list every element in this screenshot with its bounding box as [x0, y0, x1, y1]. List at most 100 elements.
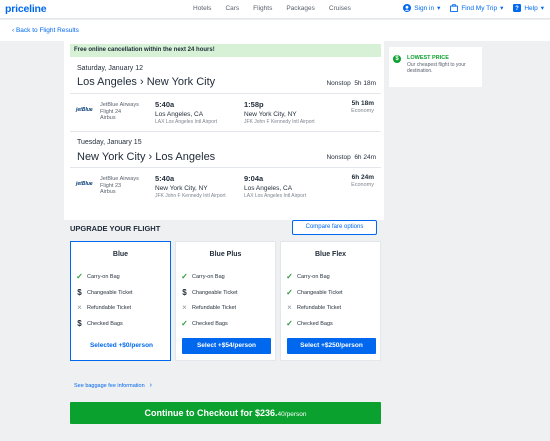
feature-label: Refundable Ticket — [297, 304, 342, 311]
back-to-results-link[interactable]: ‹ Back to Flight Results — [12, 27, 79, 34]
departure-city: New York City, NY — [155, 185, 208, 192]
lowest-price-desc: Our cheapest flight to your destination. — [407, 62, 466, 74]
feature-label: Checked Bags — [297, 320, 333, 327]
nav-cruises[interactable]: Cruises — [329, 5, 351, 12]
departure-time: 5:40a — [155, 100, 175, 109]
user-icon — [403, 4, 412, 12]
briefcase-icon — [450, 4, 459, 12]
segment-time: 5h 18m — [351, 100, 374, 107]
feature-label: Checked Bags — [87, 320, 123, 327]
top-nav: priceline Hotels Cars Flights Packages C… — [0, 0, 550, 19]
arrival-airport: JFK John F Kennedy Intl Airport — [244, 119, 315, 125]
dollar-icon: $ — [77, 288, 82, 297]
segment-duration: 6h 24m Economy — [351, 174, 374, 188]
feature-label: Changeable Ticket — [192, 289, 238, 296]
fare-card-blue-flex: Blue Flex ✓ Carry-on Bag ✓ Changeable Tick… — [280, 241, 381, 361]
aircraft: Airbus — [100, 115, 116, 121]
feature-label: Changeable Ticket — [87, 289, 133, 296]
baggage-link-label: See baggage fee information — [74, 382, 145, 389]
fare-card-blue[interactable]: Blue ✓ Carry-on Bag $ Changeable Ticket × R… — [70, 241, 171, 361]
slice-meta: Nonstop 6h 24m — [326, 154, 376, 161]
compare-fares-button[interactable]: Compare fare options — [292, 220, 377, 235]
flight-segment: jetBlue JetBlue Airways Flight 24 Airbus… — [70, 96, 381, 130]
arrival-time: 1:58p — [244, 100, 264, 109]
slice-duration: 5h 18m — [354, 80, 376, 87]
fare-feature: ✓ Carry-on Bag — [76, 273, 120, 281]
fare-selected-label: Selected +$0/person — [89, 342, 154, 349]
aircraft: Airbus — [100, 189, 116, 195]
cross-icon: × — [182, 303, 187, 312]
fare-name: Blue — [112, 251, 129, 258]
sign-in-label: Sign in — [414, 4, 435, 12]
fare-feature: ✓ Carry-on Bag — [286, 272, 330, 281]
find-my-trip-menu[interactable]: Find My Trip ▾ — [450, 4, 503, 12]
feature-label: Changeable Ticket — [297, 289, 343, 296]
chevron-down-icon: ▾ — [437, 5, 441, 12]
find-my-trip-label: Find My Trip — [461, 4, 498, 12]
feature-label: Carry-on Bag — [297, 273, 330, 280]
arrival-city: Los Angeles, CA — [244, 185, 293, 192]
fare-feature: × Refundable Ticket — [181, 303, 237, 312]
dollar-badge-icon: $ — [393, 55, 401, 63]
feature-label: Carry-on Bag — [87, 273, 120, 280]
account-nav: Sign in ▾ Find My Trip ▾ ? Help ▾ — [403, 4, 544, 12]
feature-label: Checked Bags — [192, 320, 228, 327]
fare-card-blue-plus: Blue Plus ✓ Carry-on Bag $ Changeable Tick… — [175, 241, 276, 361]
airline-info: JetBlue Airways Flight 23 Airbus — [100, 176, 139, 196]
cancellation-banner: Free online cancellation within the next… — [70, 44, 381, 57]
checkout-cents: 40 — [277, 411, 285, 418]
checkout-label: Continue to Checkout for $236. — [144, 408, 278, 418]
lowest-price-card: $ LOWEST PRICE Our cheapest flight to yo… — [389, 47, 482, 87]
sign-in-menu[interactable]: Sign in ▾ — [403, 4, 440, 12]
arrival: 9:04a Los Angeles, CA LAX Los Angeles In… — [244, 174, 306, 199]
slice-meta: Nonstop 5h 18m — [326, 80, 376, 87]
select-blue-flex-button[interactable]: Select +$250/person — [287, 338, 376, 354]
help-label: Help — [524, 4, 538, 12]
jetblue-logo: jetBlue — [76, 107, 93, 113]
select-blue-plus-button[interactable]: Select +$54/person — [182, 338, 271, 354]
priceline-logo[interactable]: priceline — [5, 3, 47, 15]
arrival-city: New York City, NY — [244, 111, 297, 118]
chevron-down-icon: ▾ — [540, 5, 544, 12]
svg-text:?: ? — [516, 6, 520, 12]
chevron-down-icon: ▾ — [500, 5, 504, 12]
slice-stops: Nonstop — [326, 154, 351, 161]
slice-date: Saturday, January 12 — [77, 65, 144, 72]
airline-info: JetBlue Airways Flight 24 Airbus — [100, 102, 139, 122]
fare-feature: ✓ Checked Bags — [286, 320, 333, 328]
help-menu[interactable]: ? Help ▾ — [513, 4, 544, 12]
slice-date: Tuesday, January 15 — [77, 139, 142, 146]
feature-label: Carry-on Bag — [192, 273, 225, 280]
check-icon: ✓ — [181, 319, 188, 328]
slice-duration: 6h 24m — [354, 154, 376, 161]
sub-header: ‹ Back to Flight Results — [0, 20, 550, 41]
continue-to-checkout-button[interactable]: Continue to Checkout for $236.40/person — [70, 402, 381, 424]
checkout-per: /person — [284, 411, 307, 418]
feature-label: Refundable Ticket — [192, 304, 237, 311]
fare-feature: ✓ Carry-on Bag — [181, 272, 225, 281]
departure: 5:40a Los Angeles, CA LAX Los Angeles In… — [155, 100, 217, 125]
fare-feature: × Refundable Ticket — [76, 304, 131, 312]
departure-airport: JFK John F Kennedy Intl Airport — [155, 193, 226, 199]
airline-name: JetBlue Airways — [100, 176, 139, 182]
arrival-airport: LAX Los Angeles Intl Airport — [244, 193, 306, 199]
nav-cars[interactable]: Cars — [225, 5, 239, 12]
check-icon: ✓ — [286, 288, 293, 297]
nav-flights[interactable]: Flights — [253, 5, 272, 12]
nav-packages[interactable]: Packages — [286, 5, 315, 12]
fare-feature: ✓ Checked Bags — [181, 319, 228, 328]
fare-feature: $ Changeable Ticket — [76, 288, 133, 297]
lowest-price-title: LOWEST PRICE — [407, 55, 449, 61]
arrival-time: 9:04a — [244, 174, 264, 183]
divider — [70, 167, 381, 168]
baggage-fee-link[interactable]: See baggage fee information › — [74, 382, 152, 389]
check-icon: ✓ — [181, 272, 188, 281]
nav-hotels[interactable]: Hotels — [193, 5, 211, 12]
divider — [70, 93, 381, 94]
fare-feature: $ Changeable Ticket — [181, 289, 238, 297]
check-icon: ✓ — [286, 272, 293, 281]
cabin-class: Economy — [351, 182, 374, 188]
segment-time: 6h 24m — [351, 174, 374, 181]
fare-feature: × Refundable Ticket — [286, 304, 342, 312]
slice-stops: Nonstop — [326, 80, 351, 87]
